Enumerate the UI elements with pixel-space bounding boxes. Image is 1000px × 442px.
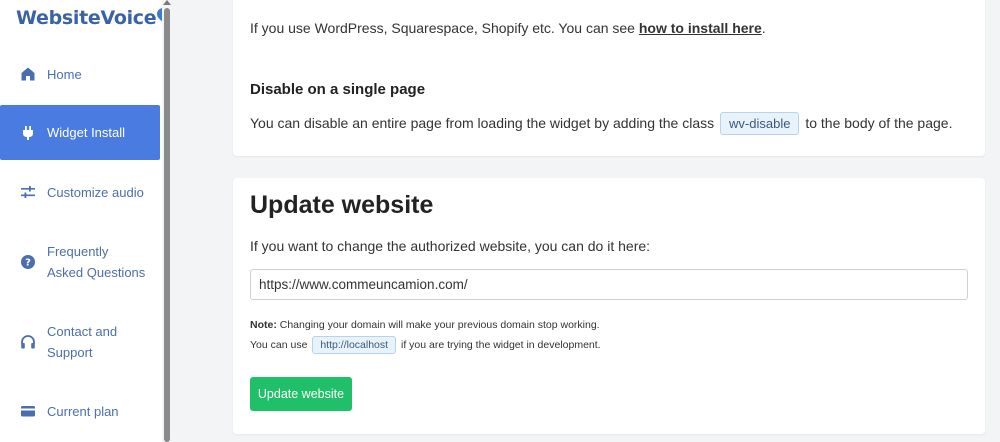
intro-text: If you use WordPress, Squarespace, Shopi…: [250, 20, 639, 36]
sliders-icon: [20, 184, 36, 200]
help-icon: ?: [20, 254, 36, 270]
sidebar-item-label: Contact and Support: [47, 321, 117, 363]
sidebar: WebsiteVoice Home Widget Install Customi…: [0, 0, 172, 442]
dev-suffix: if you are trying the widget in developm…: [400, 339, 601, 351]
intro-suffix: .: [761, 20, 766, 36]
app: WebsiteVoice Home Widget Install Customi…: [0, 0, 1000, 442]
disable-text: You can disable an entire page from load…: [250, 115, 715, 131]
domain-note: Note: Changing your domain will make you…: [250, 319, 600, 331]
label-line-1: Contact and: [47, 324, 118, 339]
label-line-2: Support: [47, 345, 93, 360]
sidebar-item-home[interactable]: Home: [0, 61, 160, 87]
svg-text:?: ?: [25, 258, 31, 269]
update-description: If you want to change the authorized web…: [250, 238, 651, 254]
sidebar-item-contact-support[interactable]: Contact and Support: [0, 319, 160, 365]
dev-hint: You can use http://localhost if you are …: [250, 336, 601, 354]
label-line-1: Frequently: [47, 244, 109, 259]
localhost-code: http://localhost: [312, 336, 397, 354]
sidebar-item-label: Frequently Asked Questions: [47, 241, 145, 283]
sidebar-item-label: Current plan: [47, 403, 119, 419]
disable-description: You can disable an entire page from load…: [250, 112, 952, 135]
disable-heading: Disable on a single page: [250, 81, 426, 98]
note-text: Changing your domain will make your prev…: [276, 319, 600, 331]
sidebar-item-label: Home: [47, 66, 82, 82]
sidebar-item-widget-install[interactable]: Widget Install: [0, 105, 160, 160]
update-website-button[interactable]: Update website: [250, 377, 352, 411]
brand-name: WebsiteVoice: [16, 7, 157, 29]
how-to-install-link[interactable]: how to install here: [639, 20, 762, 36]
scrollbar-thumb[interactable]: [164, 8, 170, 442]
install-card: If you use WordPress, Squarespace, Shopi…: [233, 0, 985, 156]
disable-suffix: to the body of the page.: [805, 115, 953, 131]
plug-icon: [20, 125, 36, 141]
credit-card-icon: [20, 403, 36, 419]
scroll-up-arrow-icon[interactable]: [163, 0, 171, 5]
sidebar-item-customize-audio[interactable]: Customize audio: [0, 179, 160, 205]
home-icon: [20, 66, 36, 82]
headphones-icon: [20, 334, 36, 350]
brand-logo[interactable]: WebsiteVoice: [16, 5, 172, 29]
update-website-card: Update website If you want to change the…: [233, 178, 985, 434]
sidebar-item-faq[interactable]: ? Frequently Asked Questions: [0, 239, 160, 285]
note-label: Note:: [250, 319, 277, 331]
update-website-title: Update website: [250, 191, 434, 219]
website-url-input[interactable]: [250, 269, 968, 300]
dev-prefix: You can use: [250, 339, 308, 351]
sidebar-item-label: Widget Install: [47, 125, 126, 140]
disable-class-code: wv-disable: [720, 112, 800, 135]
sidebar-item-current-plan[interactable]: Current plan: [0, 398, 160, 424]
sidebar-item-label: Customize audio: [47, 184, 144, 200]
label-line-2: Asked Questions: [47, 265, 146, 280]
install-intro: If you use WordPress, Squarespace, Shopi…: [250, 20, 766, 36]
